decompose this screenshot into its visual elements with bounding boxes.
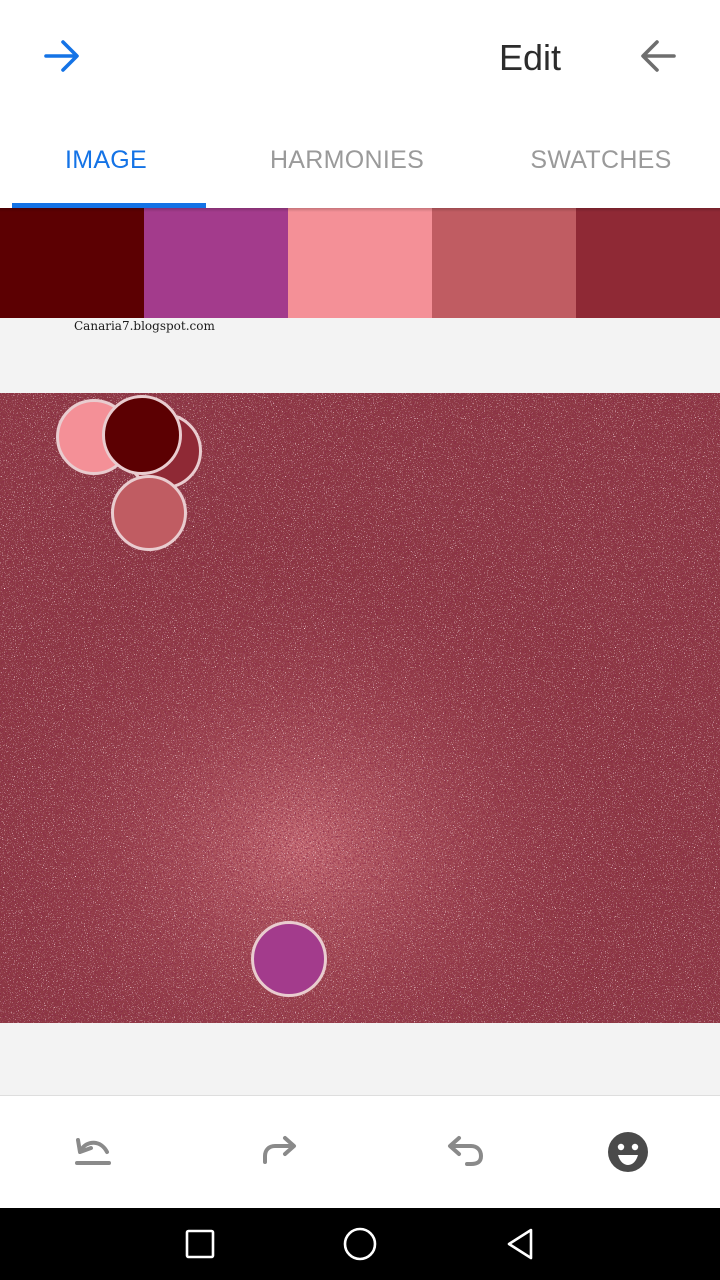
- swatch-2[interactable]: [144, 208, 288, 318]
- color-picker-2[interactable]: [251, 921, 327, 997]
- recent-apps-icon: [185, 1229, 215, 1259]
- tab-shadow: [0, 208, 720, 212]
- redo-icon: [263, 1136, 296, 1164]
- undo-all-button[interactable]: [65, 1126, 121, 1178]
- swatch-4[interactable]: [432, 208, 576, 318]
- back-triangle-icon: [507, 1228, 533, 1260]
- undo-icon: [448, 1136, 484, 1166]
- tab-swatches[interactable]: SWATCHES: [482, 112, 720, 208]
- glitter-texture: [0, 393, 720, 1023]
- tab-bar: IMAGE HARMONIES SWATCHES: [0, 112, 720, 208]
- tab-harmonies[interactable]: HARMONIES: [212, 112, 482, 208]
- arrow-right-icon: [44, 40, 79, 72]
- tab-harmonies-label: HARMONIES: [269, 145, 425, 174]
- captured-image[interactable]: [0, 393, 720, 1023]
- page-title: Edit: [498, 37, 562, 78]
- recent-apps-button[interactable]: [175, 1220, 225, 1268]
- system-back-button[interactable]: [495, 1220, 545, 1268]
- home-icon: [343, 1227, 377, 1261]
- swatch-3[interactable]: [288, 208, 432, 318]
- bottom-toolbar: [0, 1095, 720, 1208]
- watermark-text: Canaria7.blogspot.com: [74, 319, 215, 333]
- undo-all-icon: [75, 1138, 111, 1165]
- forward-button[interactable]: [30, 30, 94, 82]
- color-picker-1[interactable]: [102, 395, 182, 475]
- tab-image-label: IMAGE: [64, 145, 148, 174]
- undo-button[interactable]: [437, 1126, 493, 1178]
- color-swatch-bar: [0, 208, 720, 318]
- back-button[interactable]: [626, 30, 690, 82]
- color-picker-4[interactable]: [111, 475, 187, 551]
- top-bar: Edit: [0, 0, 720, 112]
- swatch-1[interactable]: [0, 208, 144, 318]
- tab-image[interactable]: IMAGE: [0, 112, 212, 208]
- smiley-icon: [608, 1132, 648, 1172]
- home-button[interactable]: [335, 1220, 385, 1268]
- feedback-button[interactable]: [600, 1126, 656, 1178]
- redo-button[interactable]: [251, 1126, 307, 1178]
- swatch-5[interactable]: [576, 208, 720, 318]
- app-root: Edit IMAGE HARMONIES SWATCHES Canaria7.b…: [0, 0, 720, 1280]
- system-nav-bar: [0, 1208, 720, 1280]
- tab-swatches-label: SWATCHES: [530, 145, 672, 174]
- arrow-left-icon: [641, 40, 676, 72]
